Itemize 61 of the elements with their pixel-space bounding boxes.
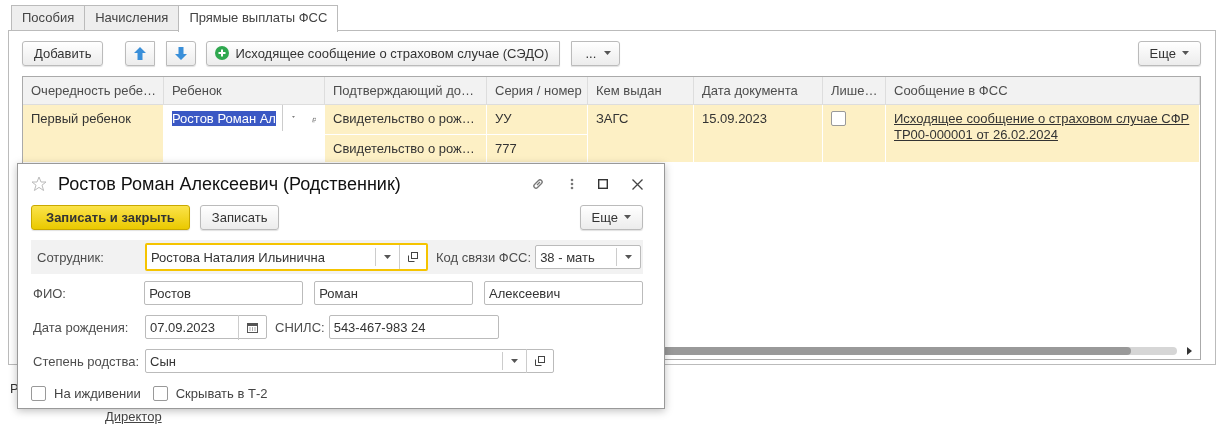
- field-label: Код связи ФСС:: [436, 249, 532, 265]
- scroll-right-icon[interactable]: [1187, 347, 1192, 355]
- field-label: Степень родства:: [32, 353, 141, 369]
- field-label: СНИЛС:: [275, 319, 325, 335]
- menu-icon[interactable]: [570, 178, 574, 190]
- maximize-icon[interactable]: [598, 179, 608, 189]
- column-header[interactable]: Очередность ребе…: [23, 77, 164, 105]
- caret-icon[interactable]: [604, 51, 612, 55]
- snils-field[interactable]: 543-467-983 24: [328, 315, 499, 339]
- table-cell: УУ: [487, 105, 588, 135]
- field-label: Сотрудник:: [36, 249, 105, 265]
- caret-icon[interactable]: [624, 215, 631, 219]
- name-field[interactable]: Роман: [314, 281, 474, 305]
- checkbox[interactable]: [152, 385, 168, 401]
- table-cell: Первый ребенок: [23, 105, 164, 163]
- checkbox[interactable]: [831, 111, 846, 126]
- close-icon[interactable]: [632, 178, 643, 190]
- star-icon[interactable]: [31, 176, 47, 192]
- employee-field[interactable]: Ростова Наталия Ильинична: [145, 243, 428, 271]
- add-button[interactable]: Добавить: [22, 40, 104, 66]
- column-header[interactable]: Подтверждающий до…: [325, 77, 487, 105]
- save-close-button[interactable]: Записать и закрыть: [31, 204, 190, 230]
- caret-icon[interactable]: [1182, 51, 1189, 55]
- column-header[interactable]: Серия / номер: [487, 77, 588, 105]
- plus-icon[interactable]: [215, 46, 230, 60]
- table-cell: ЗАГС: [588, 105, 694, 163]
- more-menu-button[interactable]: Еще: [1137, 40, 1201, 66]
- more-menu-button[interactable]: Еще: [579, 204, 643, 230]
- tab[interactable]: Пособия: [11, 5, 86, 30]
- save-button[interactable]: Записать: [199, 204, 280, 230]
- table-cell: Свидетельство о рож…: [325, 105, 487, 135]
- table-cell: Свидетельство о рож…: [325, 135, 487, 163]
- field-label: Дата рождения:: [32, 319, 130, 335]
- kinship-field[interactable]: Сын: [145, 349, 554, 373]
- checkbox-label[interactable]: Скрывать в Т-2: [175, 385, 268, 401]
- tab[interactable]: Прямые выплаты ФСС: [178, 5, 339, 32]
- director-link[interactable]: Директор: [105, 410, 162, 424]
- create-message-button[interactable]: Исходящее сообщение о страховом случае (СЭДО): [206, 40, 560, 66]
- down-arrow-icon[interactable]: [175, 46, 188, 60]
- table-cell: 777: [487, 135, 588, 163]
- up-arrow-icon[interactable]: [134, 46, 147, 60]
- more-button[interactable]: ...: [570, 40, 621, 66]
- dropdown-icon[interactable]: [291, 115, 295, 119]
- column-header[interactable]: Кем выдан: [588, 77, 694, 105]
- date-field[interactable]: 07.09.2023: [145, 315, 267, 339]
- dialog-title: Ростов Роман Алексеевич (Родственник): [58, 173, 401, 195]
- field-label: ФИО:: [32, 285, 67, 301]
- checkbox-label[interactable]: На иждивении: [54, 385, 141, 401]
- column-header[interactable]: Сообщение в ФСС: [886, 77, 1200, 105]
- tab[interactable]: Начисления: [84, 5, 180, 30]
- column-header[interactable]: Дата документа: [694, 77, 823, 105]
- checkbox[interactable]: [31, 385, 46, 401]
- column-header[interactable]: Лише…: [823, 77, 886, 105]
- move-up-button[interactable]: [125, 40, 156, 66]
- link-icon[interactable]: [530, 176, 546, 192]
- relation-code-field[interactable]: 38 - мать: [535, 245, 642, 269]
- name-field[interactable]: Алексеевич: [484, 281, 643, 305]
- table-cell: 15.09.2023: [694, 105, 823, 163]
- move-down-button[interactable]: [166, 40, 197, 66]
- name-field[interactable]: Ростов: [144, 281, 304, 305]
- column-header[interactable]: Ребенок: [164, 77, 325, 105]
